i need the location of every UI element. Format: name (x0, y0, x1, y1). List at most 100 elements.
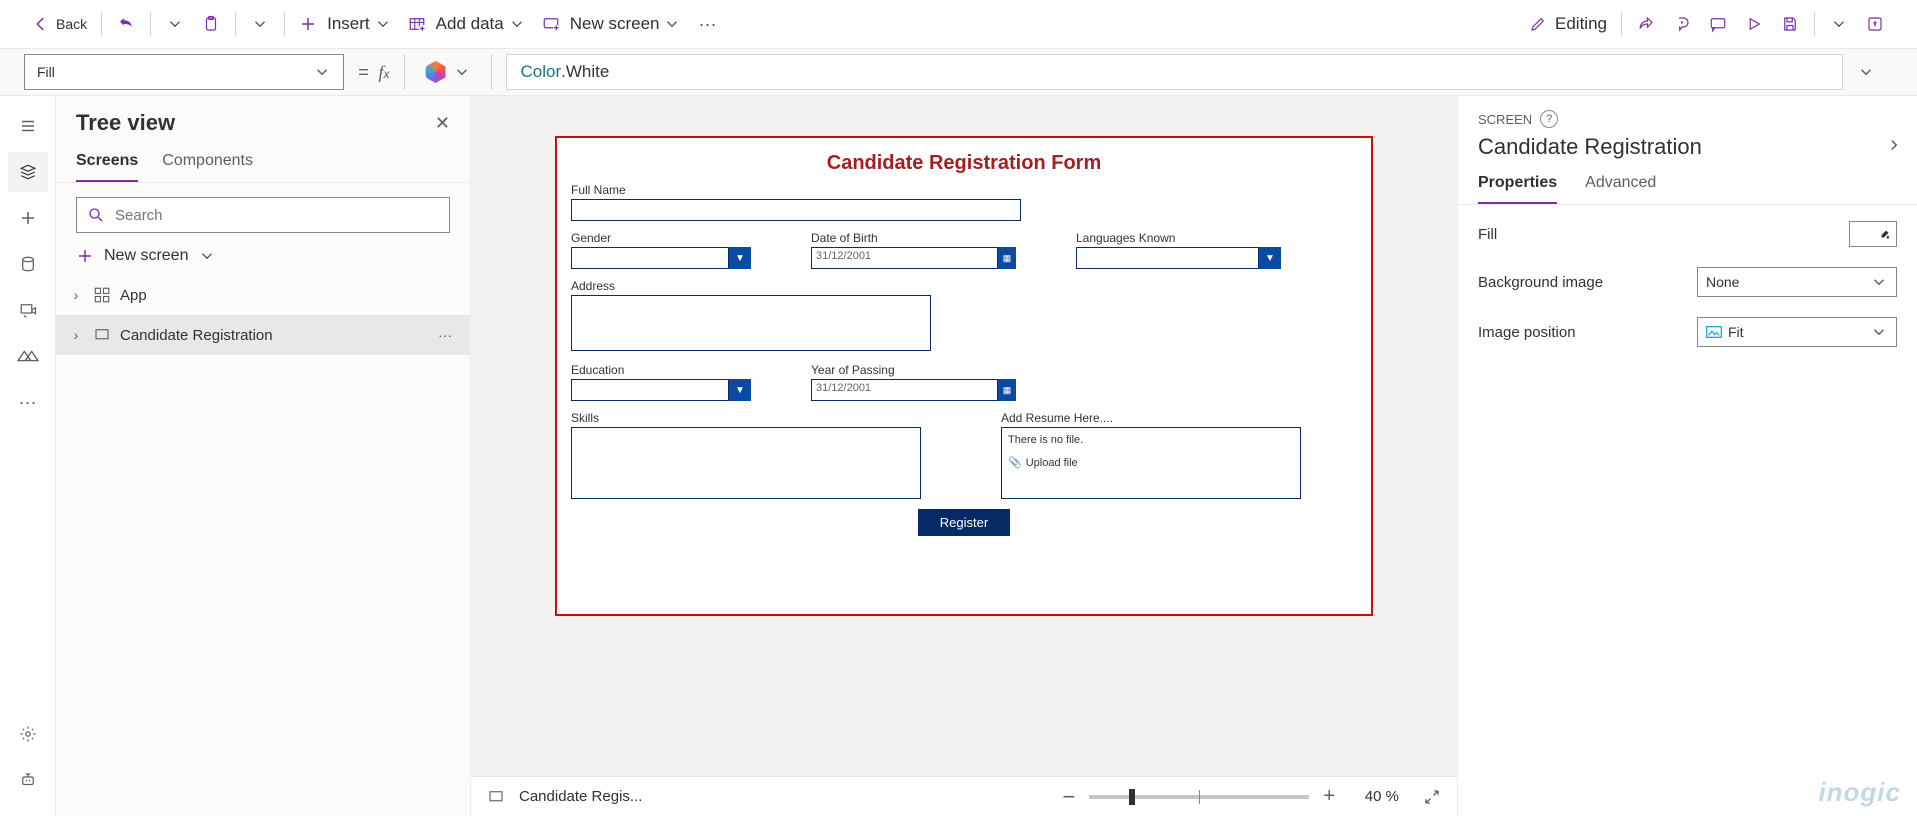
editing-button[interactable]: Editing (1521, 0, 1615, 48)
tree-panel: Tree view ✕ Screens Components New scree… (56, 96, 471, 816)
zoom-in-button[interactable]: + (1323, 785, 1335, 808)
canvas-viewport[interactable]: Candidate Registration Form Full Name Ge… (471, 96, 1457, 776)
tree-list: › App › Candidate Registration ··· (56, 275, 470, 816)
label-full-name: Full Name (571, 183, 1357, 197)
no-file-text: There is no file. (1008, 434, 1294, 446)
label-gender: Gender (571, 231, 751, 245)
paste-chevron[interactable] (242, 6, 278, 42)
label-languages: Languages Known (1076, 231, 1281, 245)
hamburger-button[interactable] (8, 106, 48, 146)
flows-rail-button[interactable] (8, 336, 48, 376)
help-icon[interactable]: ? (1540, 110, 1558, 128)
label-dob: Date of Birth (811, 231, 1016, 245)
tree-new-screen-label: New screen (104, 247, 188, 265)
date-dob[interactable]: 31/12/2001▦ (811, 247, 1016, 269)
combo-gender[interactable]: ▼ (571, 247, 751, 269)
props-category: SCREEN (1478, 112, 1532, 127)
tab-properties[interactable]: Properties (1478, 166, 1557, 204)
undo-button[interactable] (108, 6, 144, 42)
tree-item-app[interactable]: › App (56, 275, 470, 315)
fit-to-screen-button[interactable] (1423, 788, 1441, 806)
prop-fill-swatch[interactable] (1849, 221, 1897, 247)
zoom-slider[interactable] (1089, 795, 1309, 799)
register-button[interactable]: Register (918, 509, 1010, 536)
checker-button[interactable] (1664, 6, 1700, 42)
chevron-down-icon (198, 247, 216, 265)
left-rail: ··· (0, 96, 56, 816)
label-education: Education (571, 363, 751, 377)
save-chevron[interactable] (1821, 6, 1857, 42)
date-yop[interactable]: 31/12/2001▦ (811, 379, 1016, 401)
data-rail-button[interactable] (8, 244, 48, 284)
separator (491, 54, 492, 90)
virtual-agent-rail-button[interactable] (8, 760, 48, 800)
tree-item-more-button[interactable]: ··· (432, 327, 458, 343)
settings-rail-button[interactable] (8, 714, 48, 754)
paste-button[interactable] (193, 6, 229, 42)
combo-education[interactable]: ▼ (571, 379, 751, 401)
textarea-address[interactable] (571, 295, 931, 351)
new-screen-button[interactable]: New screen (534, 0, 690, 48)
tab-advanced[interactable]: Advanced (1585, 166, 1656, 204)
prop-img-pos-label: Image position (1478, 324, 1576, 341)
tree-new-screen-button[interactable]: New screen (56, 243, 470, 275)
prop-fill-label: Fill (1478, 226, 1497, 243)
top-toolbar: Back Insert Add data New screen ··· Edit… (0, 0, 1917, 48)
calendar-icon: ▦ (998, 379, 1016, 401)
media-rail-button[interactable] (8, 290, 48, 330)
formula-token-type: Color (521, 62, 562, 82)
zoom-out-button[interactable]: − (1062, 784, 1075, 810)
separator (101, 12, 102, 36)
form-title: Candidate Registration Form (571, 152, 1357, 175)
screen-icon (92, 325, 112, 345)
tree-item-candidate-registration[interactable]: › Candidate Registration ··· (56, 315, 470, 355)
tree-tabs: Screens Components (56, 142, 470, 183)
combo-languages[interactable]: ▼ (1076, 247, 1281, 269)
panel-expand-button[interactable] (1885, 136, 1903, 154)
editing-label: Editing (1555, 14, 1607, 34)
tree-search[interactable] (76, 197, 450, 233)
tab-components[interactable]: Components (162, 146, 253, 182)
save-button[interactable] (1772, 6, 1808, 42)
undo-chevron[interactable] (157, 6, 193, 42)
formula-input[interactable]: Color.White (506, 54, 1843, 90)
input-full-name[interactable] (571, 199, 1021, 221)
label-resume: Add Resume Here.... (1001, 411, 1301, 425)
share-button[interactable] (1628, 6, 1664, 42)
tree-view-button[interactable] (8, 152, 48, 192)
formula-expand-button[interactable] (1857, 63, 1893, 81)
more-rail-button[interactable]: ··· (8, 382, 48, 422)
play-button[interactable] (1736, 6, 1772, 42)
more-button[interactable]: ··· (689, 6, 725, 42)
chevron-down-icon: ▼ (729, 247, 751, 269)
attach-icon: 📎 (1008, 456, 1022, 469)
add-data-button[interactable]: Add data (400, 0, 534, 48)
search-icon (87, 206, 105, 224)
tree-search-input[interactable] (115, 207, 439, 224)
label-address: Address (571, 279, 1357, 293)
publish-button[interactable] (1857, 6, 1893, 42)
caret-icon: › (68, 287, 84, 303)
canvas-area: Candidate Registration Form Full Name Ge… (471, 96, 1457, 816)
prop-img-pos-select[interactable]: Fit (1697, 317, 1897, 347)
tree-close-button[interactable]: ✕ (435, 113, 450, 134)
textarea-skills[interactable] (571, 427, 921, 499)
footer-screen-name[interactable]: Candidate Regis... (519, 788, 642, 805)
screen-frame[interactable]: Candidate Registration Form Full Name Ge… (555, 136, 1373, 616)
calendar-icon: ▦ (998, 247, 1016, 269)
copilot-button[interactable] (419, 61, 477, 83)
watermark: inogic (1818, 777, 1901, 808)
formula-bar: Fill = fx Color.White (0, 48, 1917, 96)
property-selector[interactable]: Fill (24, 54, 344, 90)
canvas-footer: Candidate Regis... − + 40 % (471, 776, 1457, 816)
insert-button[interactable]: Insert (291, 0, 400, 48)
main-area: ··· Tree view ✕ Screens Components New s… (0, 96, 1917, 816)
props-title: Candidate Registration (1478, 134, 1897, 160)
upload-resume[interactable]: There is no file. 📎 Upload file (1001, 427, 1301, 499)
insert-rail-button[interactable] (8, 198, 48, 238)
fx-group: = fx (358, 54, 390, 90)
comments-button[interactable] (1700, 6, 1736, 42)
back-button[interactable]: Back (24, 0, 95, 48)
tab-screens[interactable]: Screens (76, 146, 138, 182)
prop-bg-image-select[interactable]: None (1697, 267, 1897, 297)
